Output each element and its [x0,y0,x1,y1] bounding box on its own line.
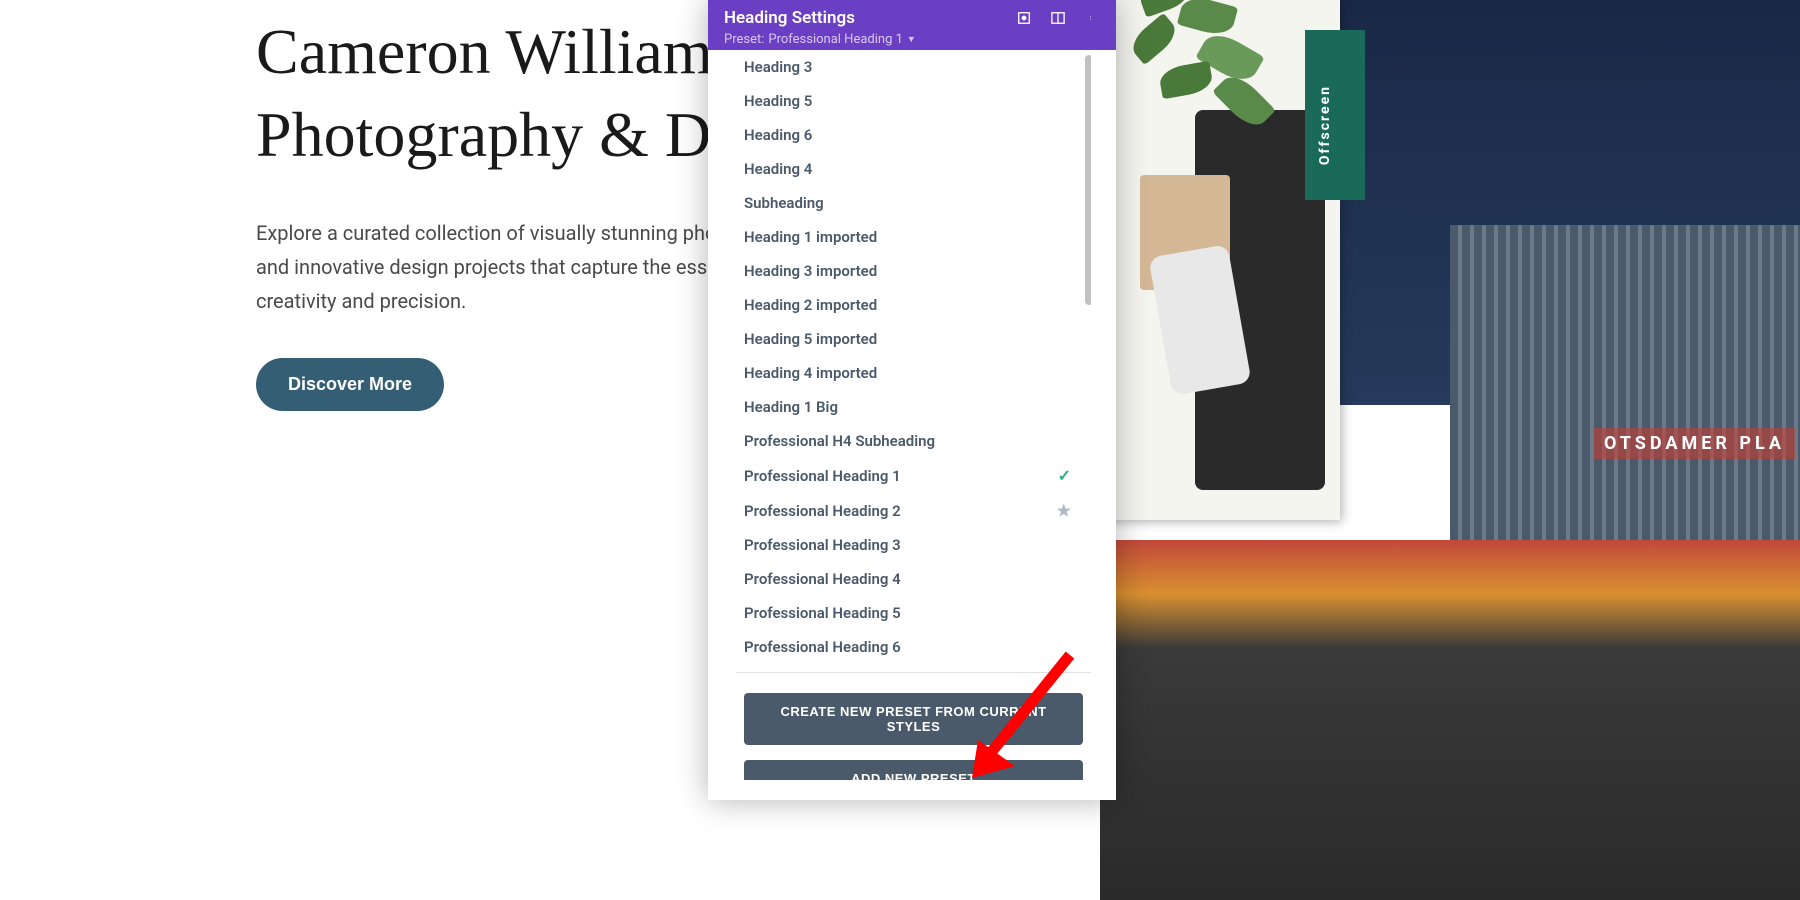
sign-text: OTSDAMER PLA [1594,428,1795,459]
preset-dropdown-trigger[interactable]: Preset: Professional Heading 1 ▼ [724,32,916,47]
preset-list: Heading 3 Heading 5 Heading 6 Heading 4 Subh… [736,50,1091,664]
preset-item[interactable]: Heading 1 Big [736,390,1091,424]
preset-item[interactable]: Professional H4 Subheading [736,424,1091,458]
hero-image: OTSDAMER PLA Offscreen [1100,0,1800,900]
preset-item-label: Professional Heading 6 [744,638,901,656]
add-new-preset-button[interactable]: ADD NEW PRESET [744,760,1083,780]
preset-item-label: Heading 1 imported [744,228,877,246]
preset-item[interactable]: Heading 3 [736,50,1091,84]
discover-more-button[interactable]: Discover More [256,358,444,411]
preset-item[interactable]: Professional Heading 4 [736,562,1091,596]
panel-title: Heading Settings [724,8,916,28]
preset-item[interactable]: Heading 4 [736,152,1091,186]
preset-item-label: Heading 5 imported [744,330,877,348]
chevron-down-icon: ▼ [907,34,916,45]
panel-header: Heading Settings Preset: Professional He… [708,0,1116,50]
preset-item[interactable]: Heading 3 imported [736,254,1091,288]
preset-item-label: Heading 6 [744,126,812,144]
preset-item[interactable]: Subheading [736,186,1091,220]
preset-item[interactable]: Professional Heading 5 [736,596,1091,630]
preset-current-name: Professional Heading 1 [768,32,903,47]
preset-item-label: Professional Heading 2 [744,502,901,520]
preset-dropdown: Heading 3 Heading 5 Heading 6 Heading 4 Subh… [736,50,1091,780]
preset-item-label: Heading 5 [744,92,812,110]
heading-settings-panel: Heading Settings Preset: Professional He… [708,0,1116,800]
preset-item-label: Heading 3 [744,58,812,76]
preset-item-label: Heading 2 imported [744,296,877,314]
preset-item[interactable]: Professional Heading 3 [736,528,1091,562]
star-icon: ★ [1057,501,1071,520]
preset-item[interactable]: Heading 4 imported [736,356,1091,390]
expand-icon[interactable] [1016,10,1032,26]
preset-item-label: Professional Heading 3 [744,536,901,554]
preset-item-label: Subheading [744,194,824,212]
preset-item[interactable]: Heading 6 [736,118,1091,152]
scrollbar[interactable] [1085,55,1091,305]
check-icon: ✓ [1058,466,1071,485]
preset-prefix: Preset: [724,32,764,47]
create-preset-from-styles-button[interactable]: CREATE NEW PRESET FROM CURRENT STYLES [744,693,1083,745]
preset-item-label: Professional Heading 4 [744,570,901,588]
preset-item[interactable]: Heading 2 imported [736,288,1091,322]
preset-item[interactable]: Heading 5 imported [736,322,1091,356]
preset-item-label: Heading 4 imported [744,364,877,382]
preset-item-label: Heading 3 imported [744,262,877,280]
more-options-icon[interactable] [1084,10,1100,26]
preset-item[interactable]: Heading 1 imported [736,220,1091,254]
preset-item-label: Heading 1 Big [744,398,838,416]
preset-item-label: Professional Heading 1 [744,467,901,485]
preset-item-label: Professional Heading 5 [744,604,901,622]
preset-item[interactable]: Professional Heading 1 ✓ [736,458,1091,493]
preset-item-label: Professional H4 Subheading [744,432,935,450]
divider [736,672,1091,673]
preset-item-label: Heading 4 [744,160,812,178]
preset-item[interactable]: Professional Heading 6 [736,630,1091,664]
preset-item[interactable]: Professional Heading 2 ★ [736,493,1091,528]
layout-icon[interactable] [1050,10,1066,26]
book-spine-text: Offscreen [1317,85,1333,165]
preset-item[interactable]: Heading 5 [736,84,1091,118]
